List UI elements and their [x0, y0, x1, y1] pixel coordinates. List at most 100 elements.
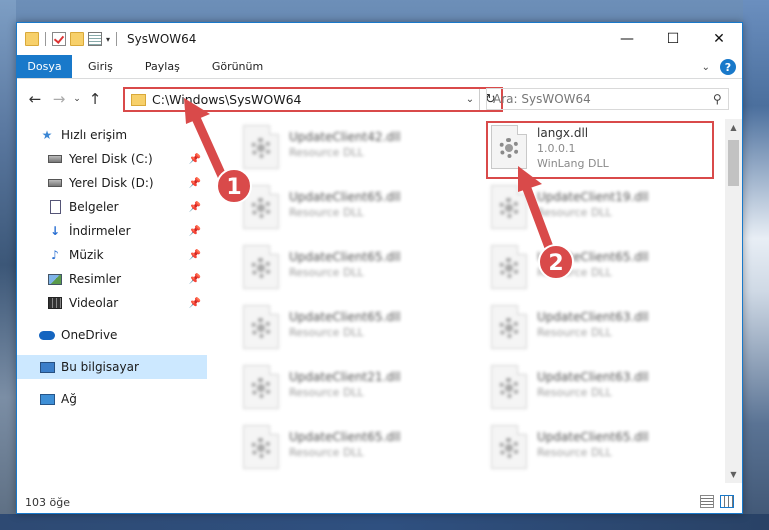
dll-file-icon — [491, 245, 527, 289]
dll-file-icon — [243, 425, 279, 469]
details-view-icon[interactable] — [700, 495, 714, 508]
tab-view[interactable]: Görünüm — [196, 55, 279, 78]
minimize-button[interactable]: — — [604, 23, 650, 55]
dll-file-icon — [491, 185, 527, 229]
dll-file-icon — [243, 305, 279, 349]
vertical-scrollbar[interactable]: ▲ ▼ — [725, 119, 742, 483]
file-tile[interactable]: UpdateClient65.dll Resource DLL — [243, 245, 473, 297]
sidebar-item-label: Hızlı erişim — [61, 128, 128, 142]
tab-file[interactable]: Dosya — [17, 55, 72, 78]
address-dropdown-icon[interactable]: ⌄ — [461, 94, 479, 105]
ribbon-right-controls: ⌄ ? — [702, 59, 736, 75]
sidebar-item-label: Müzik — [69, 248, 104, 262]
toolbar-separator — [45, 32, 46, 46]
dll-file-icon — [243, 125, 279, 169]
file-type: Resource DLL — [289, 446, 364, 459]
window-controls: — ☐ ✕ — [604, 23, 742, 55]
file-name: UpdateClient21.dll — [289, 370, 401, 384]
file-type: Resource DLL — [289, 146, 364, 159]
pin-icon[interactable]: 📌 — [189, 298, 201, 309]
dll-file-icon — [491, 305, 527, 349]
file-tile[interactable]: UpdateClient63.dll Resource DLL — [491, 365, 721, 417]
star-icon: ★ — [41, 128, 53, 142]
file-type: Resource DLL — [537, 266, 612, 279]
quick-access-toolbar: ▾ — [25, 32, 119, 46]
dll-file-icon — [491, 365, 527, 409]
download-icon: ↓ — [49, 224, 61, 238]
dll-file-icon — [243, 365, 279, 409]
sidebar-item-label: İndirmeler — [69, 224, 131, 238]
address-folder-icon — [131, 93, 146, 106]
sidebar-item-network[interactable]: Ağ — [17, 387, 207, 411]
dll-file-icon — [243, 185, 279, 229]
file-tile[interactable]: UpdateClient63.dll Resource DLL — [491, 305, 721, 357]
address-path[interactable]: C:\Windows\SysWOW64 — [152, 92, 461, 107]
pin-icon[interactable]: 📌 — [189, 154, 201, 165]
pin-icon[interactable]: 📌 — [189, 202, 201, 213]
customize-toolbar-icon[interactable]: ▾ — [106, 35, 110, 44]
rename-icon[interactable] — [88, 32, 102, 46]
address-bar[interactable]: C:\Windows\SysWOW64 ⌄ ↻ — [123, 87, 503, 112]
file-type: Resource DLL — [289, 386, 364, 399]
documents-icon — [47, 200, 63, 214]
scroll-down-icon[interactable]: ▼ — [725, 466, 742, 483]
sidebar-item-label: Ağ — [61, 392, 77, 406]
search-icon[interactable]: ⚲ — [713, 92, 722, 106]
sidebar-item-downloads[interactable]: ↓ İndirmeler 📌 — [17, 219, 207, 243]
file-name: UpdateClient65.dll — [537, 430, 649, 444]
search-placeholder[interactable]: Ara: SysWOW64 — [493, 92, 591, 106]
pin-icon[interactable]: 📌 — [189, 250, 201, 261]
pin-icon[interactable]: 📌 — [189, 226, 201, 237]
sidebar-item-local-disk-d[interactable]: Yerel Disk (D:) 📌 — [17, 171, 207, 195]
file-tile[interactable]: UpdateClient65.dll Resource DLL — [243, 425, 473, 477]
file-name: UpdateClient63.dll — [537, 370, 649, 384]
file-tile[interactable]: UpdateClient42.dll Resource DLL — [243, 125, 473, 177]
tab-share[interactable]: Paylaş — [129, 55, 196, 78]
up-button[interactable]: ↑ — [83, 87, 107, 111]
close-button[interactable]: ✕ — [696, 23, 742, 55]
desktop-background-left — [0, 0, 16, 530]
file-type: Resource DLL — [537, 326, 612, 339]
back-button[interactable]: ← — [23, 87, 47, 111]
new-folder-icon[interactable] — [70, 32, 84, 46]
explorer-window: ▾ SysWOW64 — ☐ ✕ Dosya Giriş Paylaş Görü… — [16, 22, 743, 514]
scroll-up-icon[interactable]: ▲ — [725, 119, 742, 136]
music-icon: ♪ — [51, 248, 59, 262]
file-tile[interactable]: UpdateClient65.dll Resource DLL — [491, 245, 721, 297]
file-list: UpdateClient42.dll Resource DLL UpdateCli… — [223, 119, 725, 483]
sidebar-item-label: Videolar — [69, 296, 119, 310]
onedrive-icon — [39, 328, 55, 342]
sidebar-item-videos[interactable]: Videolar 📌 — [17, 291, 207, 315]
pin-icon[interactable]: 📌 — [189, 178, 201, 189]
pin-icon[interactable]: 📌 — [189, 274, 201, 285]
sidebar-item-this-pc[interactable]: Bu bilgisayar — [17, 355, 207, 379]
navigation-bar: ← → ⌄ ↑ C:\Windows\SysWOW64 ⌄ ↻ Ara: Sys… — [17, 79, 742, 119]
help-icon[interactable]: ? — [720, 59, 736, 75]
ribbon-tabs: Dosya Giriş Paylaş Görünüm ⌄ ? — [17, 55, 742, 79]
sidebar-item-pictures[interactable]: Resimler 📌 — [17, 267, 207, 291]
properties-check-icon[interactable] — [52, 32, 66, 46]
tab-home[interactable]: Giriş — [72, 55, 129, 78]
recent-locations-icon[interactable]: ⌄ — [71, 87, 83, 111]
file-tile[interactable]: UpdateClient19.dll Resource DLL — [491, 185, 721, 237]
file-tile[interactable]: UpdateClient65.dll Resource DLL — [243, 305, 473, 357]
file-tile[interactable]: UpdateClient65.dll Resource DLL — [243, 185, 473, 237]
file-tile[interactable]: UpdateClient21.dll Resource DLL — [243, 365, 473, 417]
sidebar-item-label: Resimler — [69, 272, 122, 286]
sidebar-item-quick-access[interactable]: ★ Hızlı erişim — [17, 123, 207, 147]
maximize-button[interactable]: ☐ — [650, 23, 696, 55]
drive-icon — [47, 176, 63, 190]
expand-ribbon-icon[interactable]: ⌄ — [702, 62, 710, 73]
drive-icon — [47, 152, 63, 166]
pictures-icon — [47, 272, 63, 286]
file-tile[interactable]: UpdateClient65.dll Resource DLL — [491, 425, 721, 477]
sidebar-item-music[interactable]: ♪ Müzik 📌 — [17, 243, 207, 267]
sidebar-item-onedrive[interactable]: OneDrive — [17, 323, 207, 347]
sidebar-item-local-disk-c[interactable]: Yerel Disk (C:) 📌 — [17, 147, 207, 171]
search-box[interactable]: Ara: SysWOW64 ⚲ — [486, 88, 729, 110]
scroll-thumb[interactable] — [728, 140, 739, 186]
forward-button[interactable]: → — [47, 87, 71, 111]
sidebar-item-documents[interactable]: Belgeler 📌 — [17, 195, 207, 219]
file-name: UpdateClient65.dll — [289, 430, 401, 444]
tiles-view-icon[interactable] — [720, 495, 734, 508]
